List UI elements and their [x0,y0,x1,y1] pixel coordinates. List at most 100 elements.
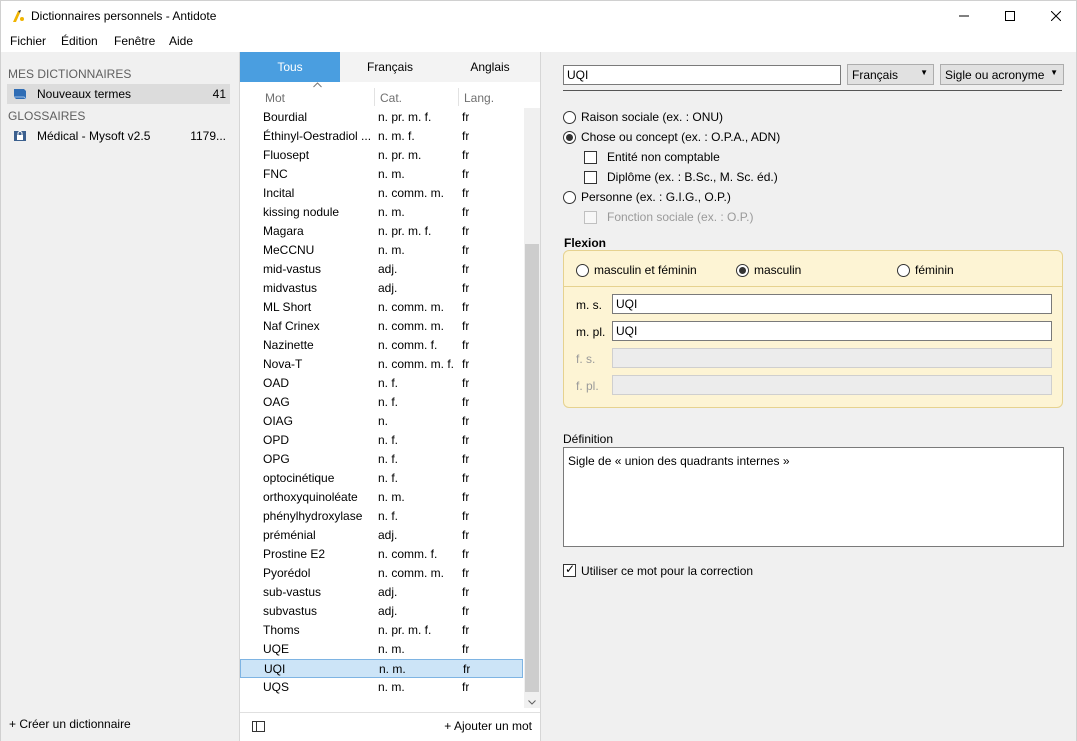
checkbox-use-for-correction[interactable] [563,562,576,577]
checkbox-fonction-label: Fonction sociale (ex. : O.P.) [607,210,754,224]
word-cell: sub-vastus [263,585,322,599]
word-cell: Fluosept [263,148,310,162]
word-row[interactable]: OAD n. f. fr [240,374,523,393]
category-cell: n. m. [378,642,405,656]
title-bar: Dictionnaires personnels - Antidote [0,0,1077,31]
radio-raison-sociale[interactable] [563,111,576,124]
word-row[interactable]: Pyorédol n. comm. m. fr [240,564,523,583]
word-row[interactable]: subvastus adj. fr [240,602,523,621]
word-row[interactable]: OPG n. f. fr [240,450,523,469]
dictionaries-sidebar: MES DICTIONNAIRES Nouveaux termes 41 GLO… [0,52,240,741]
fpl-field[interactable] [612,375,1052,395]
word-row[interactable]: OIAG n. fr [240,412,523,431]
menu-fenetre[interactable]: Fenêtre [114,34,155,48]
minimize-button[interactable] [941,1,987,31]
word-row[interactable]: Incital n. comm. m. fr [240,184,523,203]
toggle-sidebar-icon[interactable] [252,721,265,732]
word-row[interactable]: Bourdial n. pr. m. f. fr [240,108,523,127]
category-cell: n. m. f. [378,129,415,143]
word-row[interactable]: optocinétique n. f. fr [240,469,523,488]
fs-field[interactable] [612,348,1052,368]
word-cell: Prostine E2 [263,547,326,561]
word-type-select[interactable]: Sigle ou acronyme ▼ [940,64,1064,85]
radio-masculin[interactable] [736,264,749,277]
language-cell: fr [462,585,470,599]
menu-bar: Fichier Édition Fenêtre Aide [0,31,1077,52]
category-cell: n. comm. f. [378,547,438,561]
mpl-field[interactable]: UQI [612,321,1052,341]
language-cell: fr [462,281,470,295]
tab-francais[interactable]: Français [340,52,440,82]
word-cell: Nova-T [263,357,303,371]
word-row[interactable]: MeCCNU n. m. fr [240,241,523,260]
word-row[interactable]: Nova-T n. comm. m. f. fr [240,355,523,374]
word-cell: orthoxyquinoléate [263,490,358,504]
word-cell: midvastus [263,281,318,295]
word-row[interactable]: Naf Crinex n. comm. m. fr [240,317,523,336]
radio-chose-concept-label: Chose ou concept (ex. : O.P.A., ADN) [581,130,781,144]
word-row[interactable]: Éthinyl-Oestradiol ... n. m. f. fr [240,127,523,146]
word-row[interactable]: UQS n. m. fr [240,678,523,697]
definition-field[interactable]: Sigle de « union des quadrants internes … [563,447,1064,547]
word-row[interactable]: orthoxyquinoléate n. m. fr [240,488,523,507]
menu-aide[interactable]: Aide [169,34,193,48]
sidebar-item-nouveaux-termes[interactable]: Nouveaux termes 41 [7,84,230,104]
sidebar-item-medical-mysoft[interactable]: Médical - Mysoft v2.5 1179... [7,126,230,146]
language-cell: fr [462,110,470,124]
scroll-down-icon[interactable] [528,700,536,705]
radio-masculin-feminin[interactable] [576,264,589,277]
radio-chose-concept[interactable] [563,131,576,144]
mpl-label: m. pl. [576,325,606,339]
checkbox-entite-non-comptable[interactable] [584,151,597,164]
word-list-footer: + Ajouter un mot [240,712,540,741]
maximize-button[interactable] [987,1,1033,31]
checkbox-fonction-sociale[interactable] [584,211,597,224]
word-row[interactable]: phénylhydroxylase n. f. fr [240,507,523,526]
flexion-title: Flexion [564,236,607,250]
category-cell: n. m. [378,205,405,219]
word-row[interactable]: OPD n. f. fr [240,431,523,450]
radio-feminin[interactable] [897,264,910,277]
column-header-cat[interactable]: Cat. [380,91,402,105]
checkbox-diplome[interactable] [584,171,597,184]
radio-personne[interactable] [563,191,576,204]
word-row[interactable]: sub-vastus adj. fr [240,583,523,602]
category-cell: n. m. [378,167,405,181]
word-row[interactable]: Prostine E2 n. comm. f. fr [240,545,523,564]
language-select[interactable]: Français ▼ [847,64,934,85]
category-cell: n. f. [378,471,399,485]
word-row[interactable]: mid-vastus adj. fr [240,260,523,279]
scrollbar-thumb[interactable] [525,244,539,692]
category-cell: n. comm. m. [378,566,445,580]
menu-edition[interactable]: Édition [61,34,98,48]
add-word-button[interactable]: + Ajouter un mot [444,719,532,733]
word-row[interactable]: Fluosept n. pr. m. fr [240,146,523,165]
ms-field[interactable]: UQI [612,294,1052,314]
column-header-mot[interactable]: Mot [265,91,285,105]
word-row[interactable]: Nazinette n. comm. f. fr [240,336,523,355]
word-row[interactable]: OAG n. f. fr [240,393,523,412]
menu-fichier[interactable]: Fichier [10,34,46,48]
word-cell: UQI [264,662,286,676]
word-row[interactable]: préménial adj. fr [240,526,523,545]
word-list-scrollbar[interactable] [524,108,540,708]
tab-tous[interactable]: Tous [240,52,340,82]
close-button[interactable] [1033,1,1077,31]
category-cell: adj. [378,585,398,599]
word-row[interactable]: FNC n. m. fr [240,165,523,184]
word-row[interactable]: Thoms n. pr. m. f. fr [240,621,523,640]
language-cell: fr [462,471,470,485]
word-row[interactable]: kissing nodule n. m. fr [240,203,523,222]
word-row[interactable]: midvastus adj. fr [240,279,523,298]
language-cell: fr [462,319,470,333]
word-row[interactable]: UQE n. m. fr [240,640,523,659]
word-row[interactable]: Magara n. pr. m. f. fr [240,222,523,241]
word-field[interactable]: UQI [563,65,841,85]
column-header-lang[interactable]: Lang. [464,91,494,105]
ms-label: m. s. [576,298,602,312]
create-dictionary-button[interactable]: + Créer un dictionnaire [9,717,131,731]
word-cell: OAG [263,395,290,409]
word-row[interactable]: ML Short n. comm. m. fr [240,298,523,317]
tab-anglais[interactable]: Anglais [440,52,540,82]
word-row[interactable]: UQI n. m. fr [240,659,523,678]
